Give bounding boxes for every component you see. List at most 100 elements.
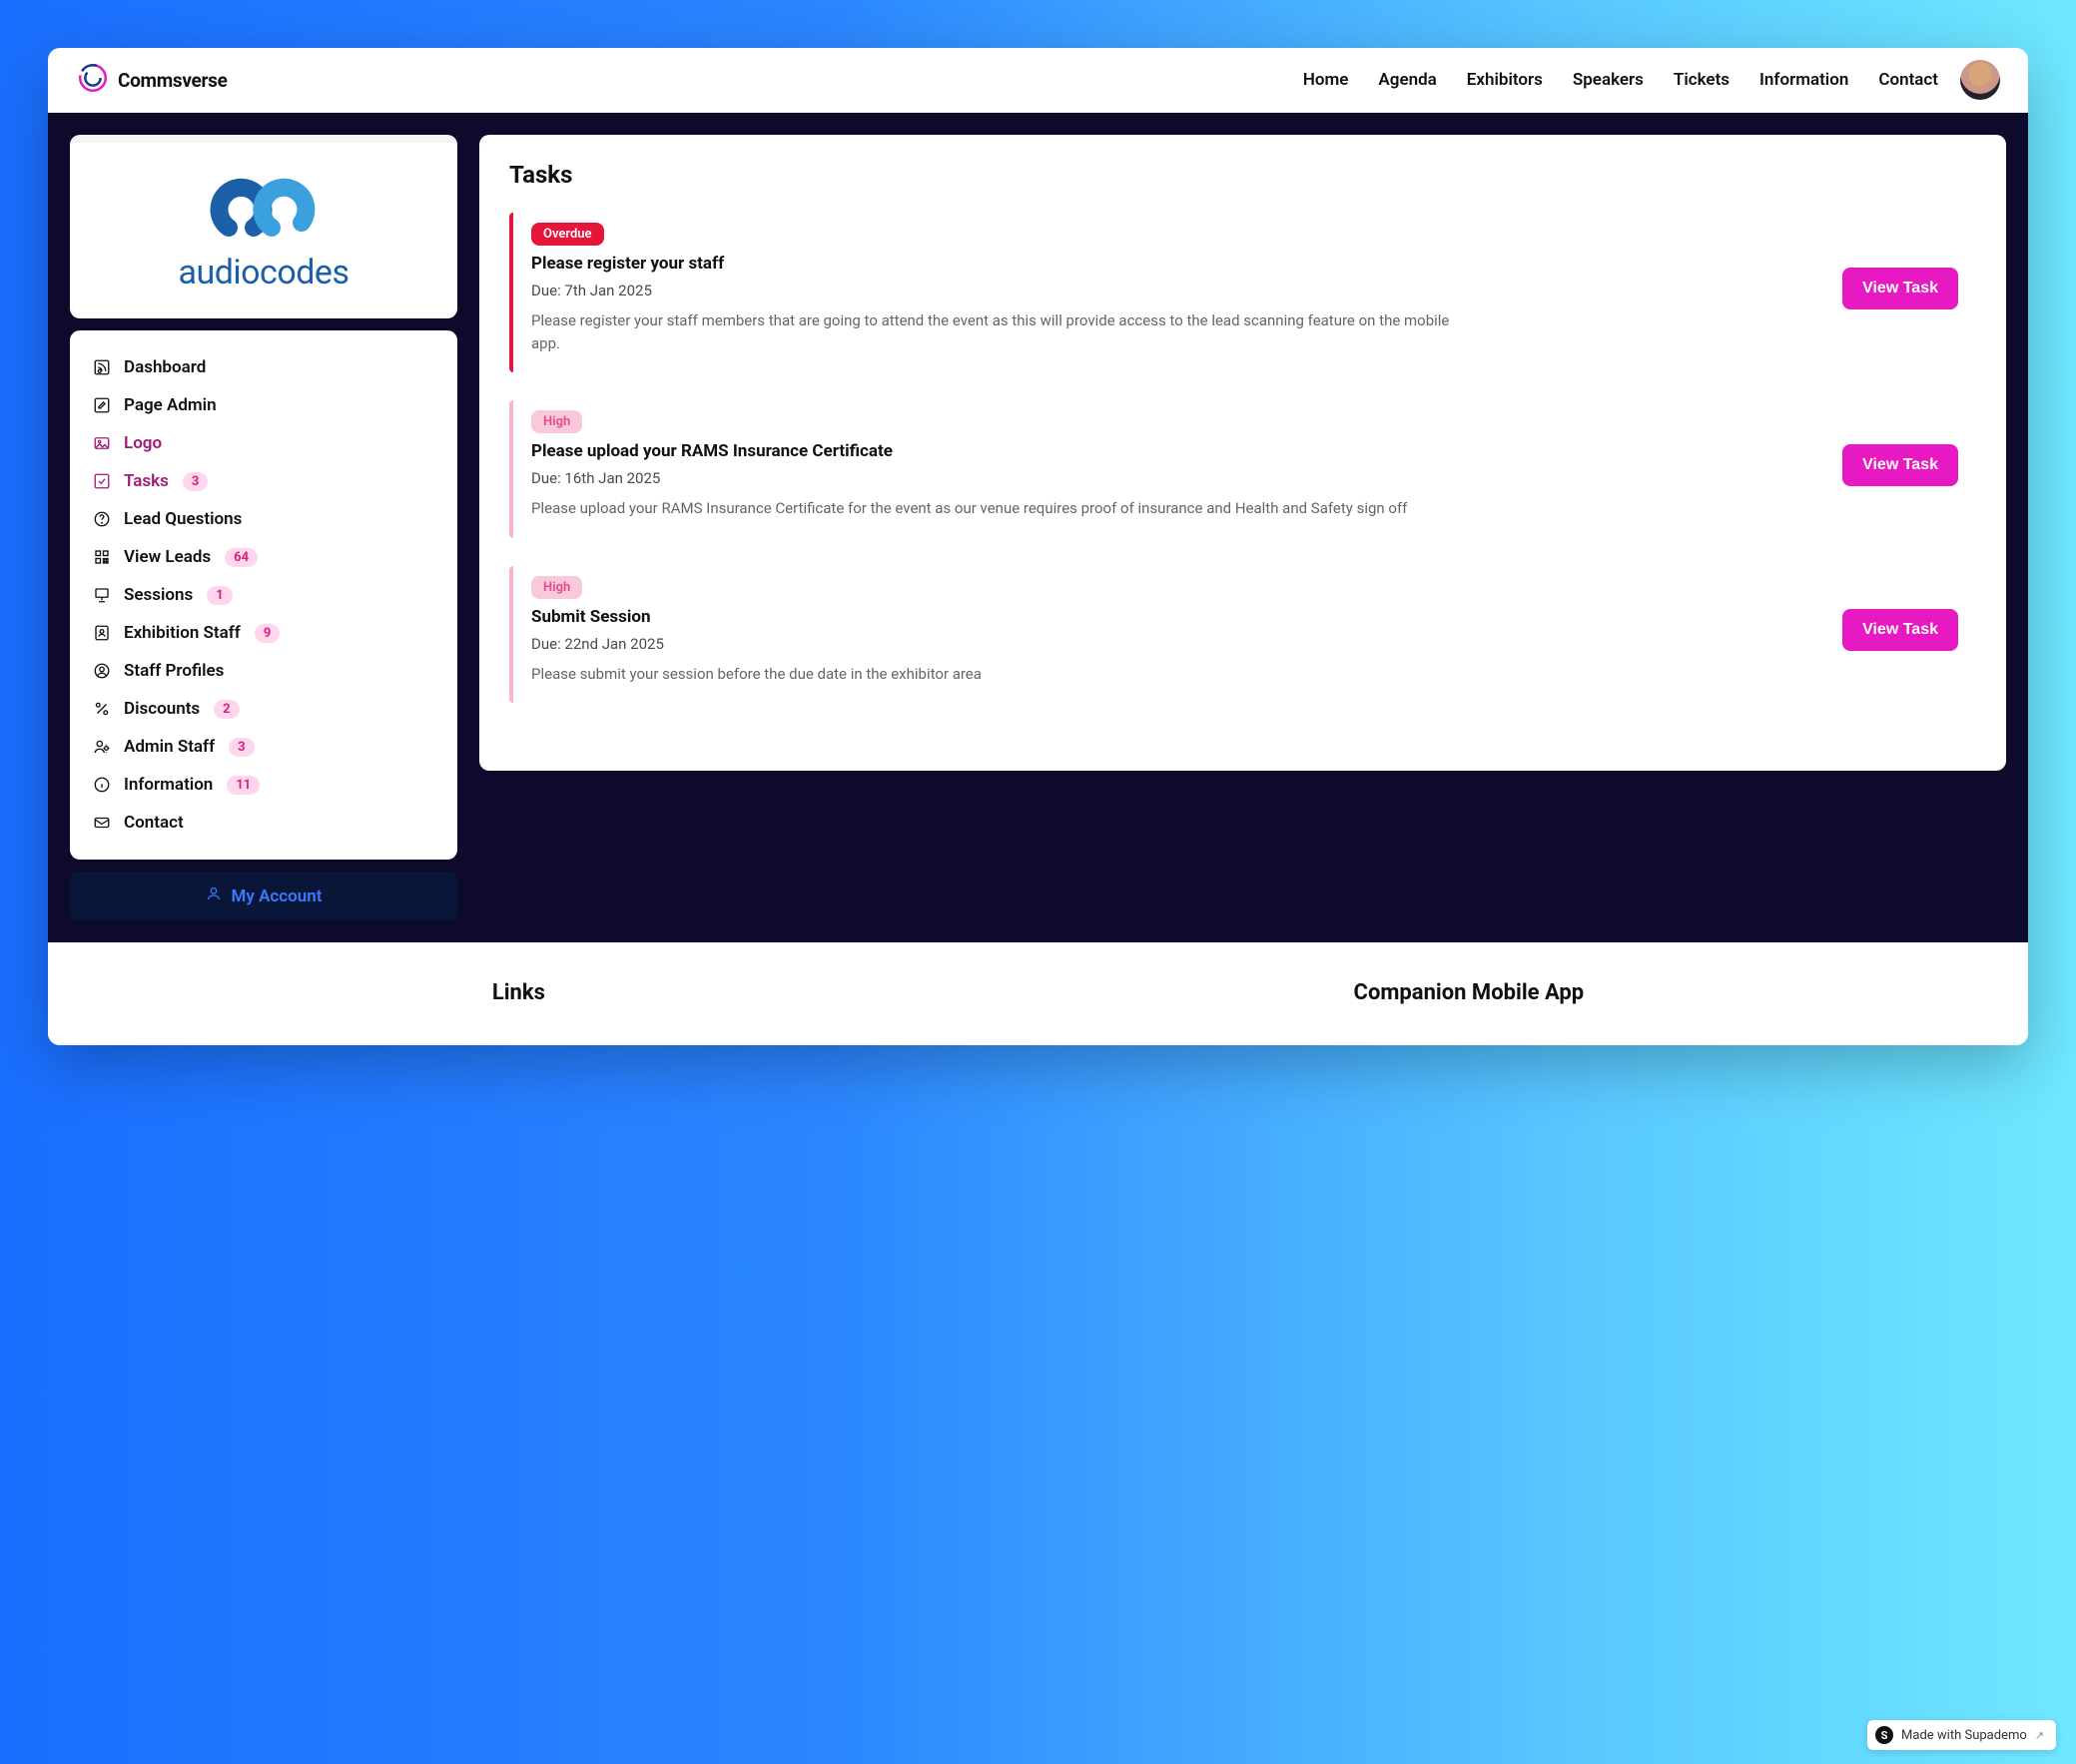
rss-icon <box>92 357 112 377</box>
sidebar-item-badge: 11 <box>227 776 260 795</box>
sidebar-item-label: Admin Staff <box>124 737 215 757</box>
view-task-button[interactable]: View Task <box>1842 609 1958 651</box>
sidebar-menu: Dashboard Page Admin Logo Tasks 3 Lead Questi… <box>70 330 457 860</box>
sidebar-item-badge: 2 <box>214 700 239 719</box>
info-icon <box>92 775 112 795</box>
task-body: Overdue Please register your staff Due: 7t… <box>531 223 1822 354</box>
sidebar-item-page-admin[interactable]: Page Admin <box>86 386 441 424</box>
help-icon <box>92 509 112 529</box>
supademo-icon: S <box>1875 1726 1893 1744</box>
sidebar-item-label: Contact <box>124 813 184 833</box>
sidebar-item-tasks[interactable]: Tasks 3 <box>86 462 441 500</box>
sidebar-item-badge: 3 <box>229 738 254 757</box>
task-title: Please register your staff <box>531 254 1822 274</box>
sidebar-item-label: Information <box>124 775 213 795</box>
footer-links-heading: Links <box>492 980 545 1005</box>
sidebar-item-contact[interactable]: Contact <box>86 804 441 842</box>
nav-link-tickets[interactable]: Tickets <box>1674 70 1730 90</box>
priority-pill: High <box>531 410 582 433</box>
priority-pill: Overdue <box>531 223 604 246</box>
supademo-label: Made with Supademo <box>1901 1728 2027 1743</box>
sidebar-item-label: Exhibition Staff <box>124 623 241 643</box>
nav-link-contact[interactable]: Contact <box>1878 70 1938 90</box>
task-card: High Submit Session Due: 22nd Jan 2025 Plea… <box>509 566 1976 704</box>
sidebar-item-label: Sessions <box>124 585 193 605</box>
qr-icon <box>92 547 112 567</box>
percent-icon <box>92 699 112 719</box>
sidebar-item-label: Dashboard <box>124 357 206 377</box>
sidebar-item-lead-questions[interactable]: Lead Questions <box>86 500 441 538</box>
sidebar-item-label: Tasks <box>124 471 169 491</box>
nav-link-agenda[interactable]: Agenda <box>1378 70 1436 90</box>
task-description: Please upload your RAMS Insurance Certif… <box>531 497 1450 520</box>
sidebar-item-badge: 3 <box>183 472 208 491</box>
nav-link-home[interactable]: Home <box>1303 70 1349 90</box>
task-description: Please register your staff members that … <box>531 309 1450 354</box>
external-link-icon: ↗ <box>2035 1729 2044 1742</box>
footer: Links Companion Mobile App <box>48 942 2028 1045</box>
view-task-button[interactable]: View Task <box>1842 268 1958 309</box>
task-body: High Submit Session Due: 22nd Jan 2025 Plea… <box>531 576 1822 686</box>
check-square-icon <box>92 471 112 491</box>
app-frame: Commsverse Home Agenda Exhibitors Speake… <box>48 48 2028 1045</box>
user-icon <box>206 885 222 906</box>
edit-icon <box>92 395 112 415</box>
nav-link-information[interactable]: Information <box>1759 70 1848 90</box>
sidebar-item-label: Page Admin <box>124 395 217 415</box>
sidebar-item-label: Staff Profiles <box>124 661 224 681</box>
image-icon <box>92 433 112 453</box>
sidebar-item-staff-profiles[interactable]: Staff Profiles <box>86 652 441 690</box>
company-logo-card: audiocodes <box>70 135 457 318</box>
brand-name: Commsverse <box>118 69 228 92</box>
id-icon <box>92 623 112 643</box>
top-nav: Commsverse Home Agenda Exhibitors Speake… <box>48 48 2028 113</box>
task-body: High Please upload your RAMS Insurance Ce… <box>531 410 1822 520</box>
my-account-label: My Account <box>232 886 323 906</box>
task-title: Please upload your RAMS Insurance Certif… <box>531 441 1822 461</box>
sidebar-item-admin-staff[interactable]: Admin Staff 3 <box>86 728 441 766</box>
sidebar-item-view-leads[interactable]: View Leads 64 <box>86 538 441 576</box>
audiocodes-logo-icon <box>204 173 324 247</box>
footer-mobile-heading: Companion Mobile App <box>1354 980 1585 1005</box>
task-card: High Please upload your RAMS Insurance Ce… <box>509 400 1976 538</box>
main-content: Tasks Overdue Please register your staff D… <box>479 135 2006 771</box>
mail-icon <box>92 813 112 833</box>
task-due: Due: 7th Jan 2025 <box>531 282 1822 299</box>
task-card: Overdue Please register your staff Due: 7t… <box>509 213 1976 372</box>
nav-link-exhibitors[interactable]: Exhibitors <box>1467 70 1543 90</box>
sidebar-item-label: Discounts <box>124 699 200 719</box>
user-icon <box>92 661 112 681</box>
task-title: Submit Session <box>531 607 1822 627</box>
sidebar-item-badge: 64 <box>225 548 258 567</box>
sidebar-item-information[interactable]: Information 11 <box>86 766 441 804</box>
task-due: Due: 22nd Jan 2025 <box>531 635 1822 653</box>
sidebar-item-badge: 9 <box>255 624 280 643</box>
tasks-list: Overdue Please register your staff Due: 7t… <box>509 213 1976 703</box>
admin-icon <box>92 737 112 757</box>
page-title: Tasks <box>509 161 1976 189</box>
sidebar: audiocodes Dashboard Page Admin Logo Tasks 3… <box>70 135 457 920</box>
view-task-button[interactable]: View Task <box>1842 444 1958 486</box>
brand-logo-icon <box>76 61 110 99</box>
sidebar-item-logo[interactable]: Logo <box>86 424 441 462</box>
task-description: Please submit your session before the du… <box>531 663 1450 686</box>
task-due: Due: 16th Jan 2025 <box>531 469 1822 487</box>
sidebar-item-label: Logo <box>124 433 162 453</box>
main-region: audiocodes Dashboard Page Admin Logo Tasks 3… <box>48 113 2028 942</box>
sidebar-item-dashboard[interactable]: Dashboard <box>86 348 441 386</box>
sidebar-item-discounts[interactable]: Discounts 2 <box>86 690 441 728</box>
brand[interactable]: Commsverse <box>76 61 228 99</box>
nav-link-speakers[interactable]: Speakers <box>1573 70 1644 90</box>
presentation-icon <box>92 585 112 605</box>
sidebar-item-label: Lead Questions <box>124 509 242 529</box>
priority-pill: High <box>531 576 582 599</box>
my-account-button[interactable]: My Account <box>70 872 457 920</box>
company-name: audiocodes <box>178 253 348 293</box>
user-avatar[interactable] <box>1960 60 2000 100</box>
sidebar-item-label: View Leads <box>124 547 211 567</box>
nav-links: Home Agenda Exhibitors Speakers Tickets … <box>1303 70 1938 90</box>
sidebar-item-badge: 1 <box>207 586 232 605</box>
sidebar-item-exhibition-staff[interactable]: Exhibition Staff 9 <box>86 614 441 652</box>
supademo-badge[interactable]: S Made with Supademo ↗ <box>1867 1720 2056 1750</box>
sidebar-item-sessions[interactable]: Sessions 1 <box>86 576 441 614</box>
